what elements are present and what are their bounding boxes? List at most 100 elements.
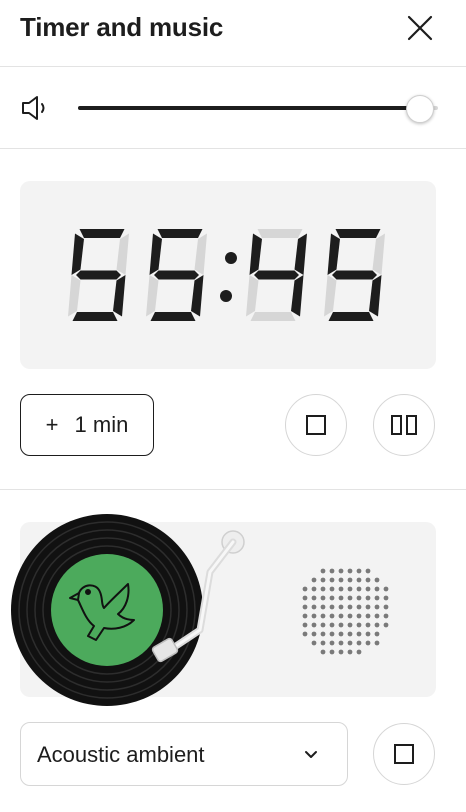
grille-dot bbox=[365, 586, 371, 592]
grille-dot bbox=[347, 640, 353, 646]
pause-timer-button[interactable] bbox=[373, 394, 435, 456]
grille-dot bbox=[347, 577, 353, 583]
grille-dot bbox=[365, 568, 371, 574]
digit-segment-c bbox=[369, 275, 382, 317]
grille-dot bbox=[356, 595, 362, 601]
grille-dot bbox=[374, 640, 380, 646]
timer-display bbox=[68, 229, 385, 321]
timer-digit-0 bbox=[68, 229, 129, 321]
section-divider bbox=[0, 489, 466, 490]
grille-dot bbox=[302, 613, 308, 619]
digit-segment-e bbox=[68, 275, 81, 317]
grille-dot bbox=[356, 604, 362, 610]
grille-dot bbox=[311, 577, 317, 583]
grille-dot bbox=[365, 640, 371, 646]
grille-dot bbox=[320, 649, 326, 655]
grille-dot bbox=[356, 613, 362, 619]
digit-segment-e bbox=[246, 275, 259, 317]
grille-dot bbox=[311, 586, 317, 592]
digit-segment-g bbox=[76, 270, 121, 280]
stop-music-button[interactable] bbox=[373, 723, 435, 785]
volume-slider-fill bbox=[78, 106, 420, 110]
grille-dot bbox=[383, 613, 389, 619]
digit-segment-f bbox=[249, 233, 262, 275]
grille-dot bbox=[329, 622, 335, 628]
digit-segment-e bbox=[324, 275, 337, 317]
grille-dot bbox=[356, 640, 362, 646]
grille-dot bbox=[329, 568, 335, 574]
grille-dot bbox=[356, 649, 362, 655]
volume-slider[interactable] bbox=[78, 95, 438, 123]
grille-dot bbox=[320, 577, 326, 583]
grille-dot bbox=[311, 595, 317, 601]
digit-segment-g bbox=[154, 270, 199, 280]
grille-dot bbox=[320, 622, 326, 628]
digit-segment-a bbox=[335, 229, 381, 238]
add-one-minute-button[interactable]: + 1 min bbox=[20, 394, 154, 456]
timer-digit-1 bbox=[146, 229, 207, 321]
grille-dot bbox=[302, 631, 308, 637]
close-icon bbox=[407, 15, 433, 41]
grille-dot bbox=[356, 631, 362, 637]
speaker-icon[interactable] bbox=[20, 94, 52, 122]
grille-dot bbox=[311, 622, 317, 628]
grille-dot bbox=[338, 568, 344, 574]
digit-segment-f bbox=[71, 233, 84, 275]
timer-display-panel bbox=[20, 181, 436, 369]
page-title: Timer and music bbox=[20, 12, 224, 42]
volume-slider-thumb[interactable] bbox=[406, 95, 434, 123]
grille-dot bbox=[311, 640, 317, 646]
chevron-down-icon bbox=[305, 751, 317, 758]
grille-dot bbox=[347, 568, 353, 574]
grille-dot bbox=[365, 613, 371, 619]
grille-dot bbox=[383, 604, 389, 610]
turntable-illustration bbox=[11, 514, 245, 706]
grille-dot bbox=[311, 631, 317, 637]
grille-dot bbox=[347, 595, 353, 601]
digit-segment-c bbox=[191, 275, 204, 317]
grille-dot bbox=[365, 631, 371, 637]
grille-dot bbox=[347, 631, 353, 637]
grille-dot bbox=[356, 586, 362, 592]
add-minute-label: 1 min bbox=[74, 412, 129, 437]
grille-dot bbox=[347, 649, 353, 655]
grille-dot bbox=[338, 649, 344, 655]
grille-dot bbox=[374, 604, 380, 610]
record-label bbox=[51, 554, 163, 666]
grille-dot bbox=[329, 604, 335, 610]
grille-dot bbox=[320, 631, 326, 637]
grille-dot bbox=[365, 595, 371, 601]
pause-icon bbox=[391, 415, 417, 435]
timer-colon bbox=[220, 252, 237, 302]
grille-dot bbox=[311, 604, 317, 610]
track-select[interactable]: Acoustic ambient bbox=[20, 722, 348, 786]
grille-dot bbox=[356, 577, 362, 583]
digit-segment-d bbox=[250, 312, 296, 321]
grille-dot bbox=[374, 595, 380, 601]
digit-segment-e bbox=[146, 275, 159, 317]
grille-dot bbox=[320, 586, 326, 592]
grille-dot bbox=[365, 604, 371, 610]
grille-dot bbox=[329, 613, 335, 619]
close-button[interactable] bbox=[400, 8, 440, 48]
speaker-grille bbox=[302, 568, 389, 655]
grille-dot bbox=[329, 577, 335, 583]
stop-icon bbox=[306, 415, 326, 435]
grille-dot bbox=[311, 613, 317, 619]
grille-dot bbox=[374, 586, 380, 592]
grille-dot bbox=[302, 595, 308, 601]
grille-dot bbox=[356, 568, 362, 574]
grille-dot bbox=[320, 604, 326, 610]
digit-segment-d bbox=[72, 312, 118, 321]
digit-segment-b bbox=[372, 233, 385, 275]
digit-segment-a bbox=[79, 229, 125, 238]
grille-dot bbox=[338, 640, 344, 646]
digit-segment-a bbox=[157, 229, 203, 238]
grille-dot bbox=[338, 577, 344, 583]
grille-dot bbox=[347, 604, 353, 610]
grille-dot bbox=[302, 622, 308, 628]
digit-segment-g bbox=[332, 270, 377, 280]
stop-timer-button[interactable] bbox=[285, 394, 347, 456]
grille-dot bbox=[320, 595, 326, 601]
grille-dot bbox=[320, 613, 326, 619]
